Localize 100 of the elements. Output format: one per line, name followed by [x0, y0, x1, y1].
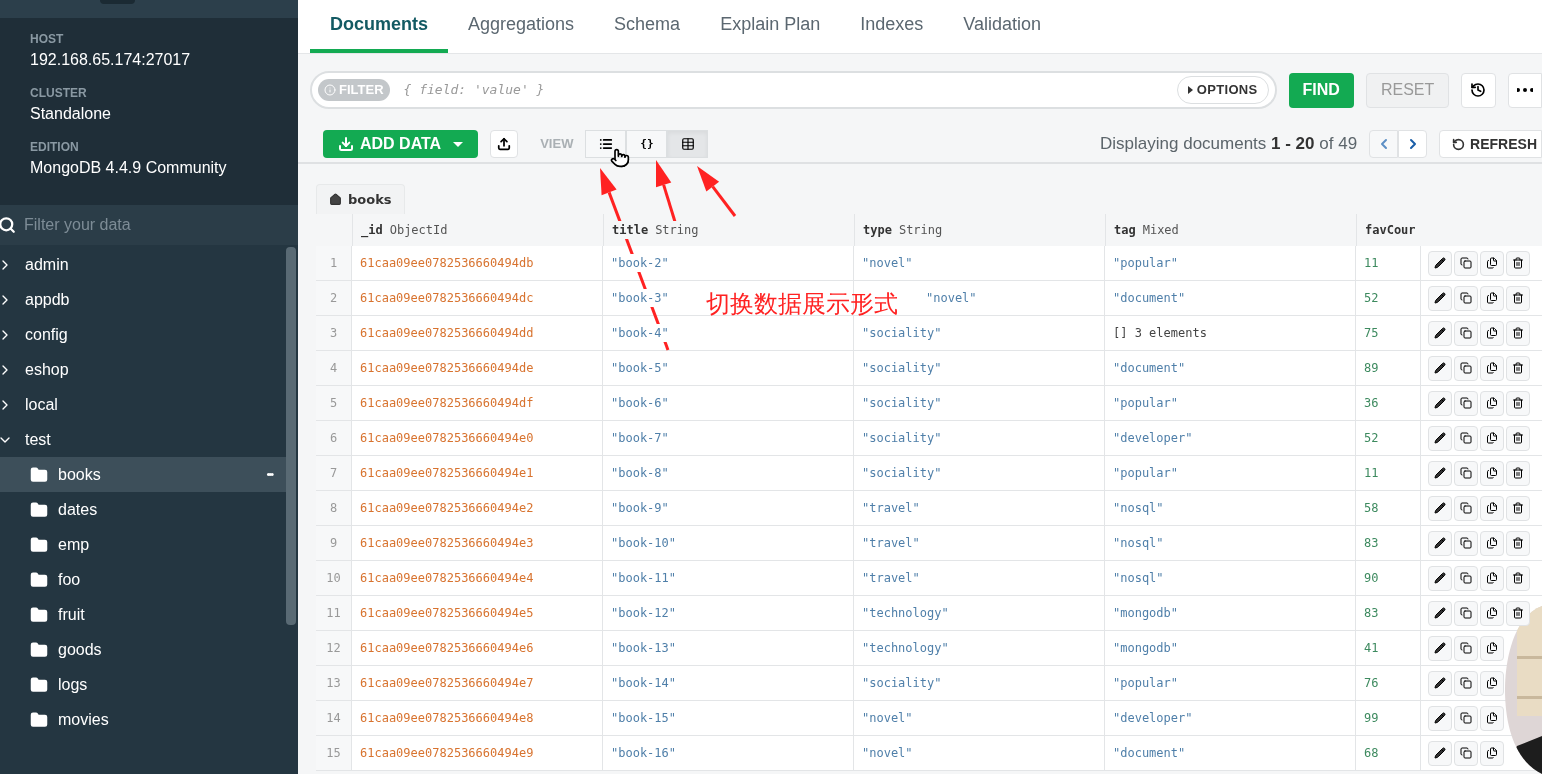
view-label: VIEW — [540, 135, 574, 154]
row-number: 2 — [316, 281, 352, 315]
column-header[interactable]: favCour — [1356, 214, 1421, 246]
collection-item[interactable]: fruit — [0, 597, 286, 632]
info-label: EDITION — [30, 139, 80, 156]
options-button[interactable]: OPTIONS — [1176, 76, 1269, 104]
tab[interactable]: Explain Plan — [700, 0, 841, 53]
table-cell: 99 — [1356, 701, 1421, 735]
database-item[interactable]: local — [0, 387, 286, 422]
table-cell: 61caa09ee0782536660494e6 — [352, 631, 603, 665]
table-cell-text: "novel" — [862, 745, 913, 762]
table-cell: 61caa09ee0782536660494e0 — [352, 421, 603, 455]
row-number: 11 — [316, 596, 352, 630]
table-cell: 11 — [1356, 456, 1421, 490]
table-cell: "book-2" — [611, 254, 669, 272]
tab[interactable]: Schema — [594, 0, 701, 53]
table-cell: "popular" — [1105, 666, 1356, 700]
table-cell-text: "sociality" — [862, 465, 942, 482]
table-cell-text: "novel" — [862, 255, 913, 272]
table-cell: "popular" — [1105, 386, 1356, 420]
table-cell: "document" — [1105, 736, 1356, 770]
database-item[interactable]: config — [0, 317, 286, 352]
collection-item[interactable]: movies — [0, 702, 286, 737]
row-number: 15 — [316, 736, 352, 770]
table-cell: "document" — [1105, 281, 1356, 315]
table-cell-text: "novel" — [862, 710, 913, 727]
query-field[interactable]: { field: 'value' } — [403, 80, 1163, 100]
table-cell: 52 — [1356, 421, 1421, 455]
table-cell: "developer" — [1105, 701, 1356, 735]
query-bar[interactable]: FILTER { field: 'value' } OPTIONS — [310, 71, 1277, 109]
more-menu[interactable]: ••• — [266, 466, 272, 483]
annotation-text: 切换数据展示形式 — [706, 289, 898, 320]
refresh-button[interactable]: REFRESH — [1439, 130, 1542, 158]
collection-item[interactable]: emp — [0, 527, 286, 562]
info-value: MongoDB 4.4.9 Community — [30, 158, 228, 178]
table-cell: 58 — [1356, 491, 1421, 525]
info-value: Standalone — [30, 104, 112, 124]
tab[interactable]: Documents — [310, 0, 448, 53]
table-cell: 61caa09ee0782536660494e5 — [352, 596, 603, 630]
table-cell: "book-4" — [611, 324, 669, 342]
database-item[interactable]: appdb — [0, 282, 286, 317]
collection-item[interactable]: goods — [0, 632, 286, 667]
collection-item[interactable]: logs — [0, 667, 286, 702]
row-number: 4 — [316, 351, 352, 385]
table-cell: "mongodb" — [1105, 596, 1356, 630]
table-cell: 76 — [1356, 666, 1421, 700]
view-toggle[interactable]: {} — [626, 130, 668, 158]
filter-badge: FILTER — [318, 79, 390, 101]
table-cell-text: "novel" — [926, 290, 977, 307]
info-label: CLUSTER — [30, 85, 88, 102]
row-number: 10 — [316, 561, 352, 595]
database-item[interactable]: test — [0, 422, 286, 457]
collection-item[interactable]: books ••• — [0, 457, 286, 492]
table-cell: 61caa09ee0782536660494e2 — [352, 491, 603, 525]
table-cell: 61caa09ee0782536660494e4 — [352, 561, 603, 595]
row-number: 7 — [316, 456, 352, 490]
table-cell-text: "technology" — [862, 640, 949, 657]
table-cell: 61caa09ee0782536660494db — [352, 246, 603, 280]
table-cell: 61caa09ee0782536660494e9 — [352, 736, 603, 770]
table-cell: "nosql" — [1105, 491, 1356, 525]
row-number: 3 — [316, 316, 352, 350]
database-item[interactable]: admin — [0, 247, 286, 282]
table-cell-text: "sociality" — [862, 395, 942, 412]
table-cell: "mongodb" — [1105, 631, 1356, 665]
table-cell: 83 — [1356, 526, 1421, 560]
collection-item[interactable]: dates — [0, 492, 286, 527]
table-cell-text: "sociality" — [862, 325, 942, 342]
table-cell-text: "travel" — [862, 570, 920, 587]
row-number: 14 — [316, 701, 352, 735]
table-cell: "nosql" — [1105, 561, 1356, 595]
table-cell: 61caa09ee0782536660494e8 — [352, 701, 603, 735]
table-cell: 61caa09ee0782536660494df — [352, 386, 603, 420]
table-cell: "popular" — [1105, 456, 1356, 490]
table-cell: 52 — [1356, 281, 1421, 315]
filter-bar[interactable]: Filter your data — [0, 205, 298, 245]
row-number: 9 — [316, 526, 352, 560]
table-cell: 11 — [1356, 246, 1421, 280]
pagination-text: Displaying documents 1 - 20 of 49 — [1100, 133, 1358, 156]
collection-tab[interactable]: books — [316, 184, 405, 214]
table-cell: "popular" — [1105, 246, 1356, 280]
table-cell: 90 — [1356, 561, 1421, 595]
tab[interactable]: Aggregations — [448, 0, 595, 53]
tab[interactable]: Validation — [943, 0, 1061, 53]
table-cell: 89 — [1356, 351, 1421, 385]
row-number: 6 — [316, 421, 352, 455]
table-cell-text: "sociality" — [862, 430, 942, 447]
row-number: 1 — [316, 246, 352, 280]
table-cell: 61caa09ee0782536660494de — [352, 351, 603, 385]
table-cell: 61caa09ee0782536660494dd — [352, 316, 603, 350]
table-cell: 61caa09ee0782536660494dc — [352, 281, 603, 315]
database-item[interactable]: eshop — [0, 352, 286, 387]
tab[interactable]: Indexes — [840, 0, 944, 53]
info-label: HOST — [30, 31, 65, 48]
row-number: 5 — [316, 386, 352, 420]
table-cell-text: "travel" — [862, 535, 920, 552]
table-cell-text: "sociality" — [862, 360, 942, 377]
table-cell: 83 — [1356, 596, 1421, 630]
collection-item[interactable]: foo — [0, 562, 286, 597]
row-number: 8 — [316, 491, 352, 525]
filter-field[interactable]: Filter your data — [24, 213, 264, 237]
